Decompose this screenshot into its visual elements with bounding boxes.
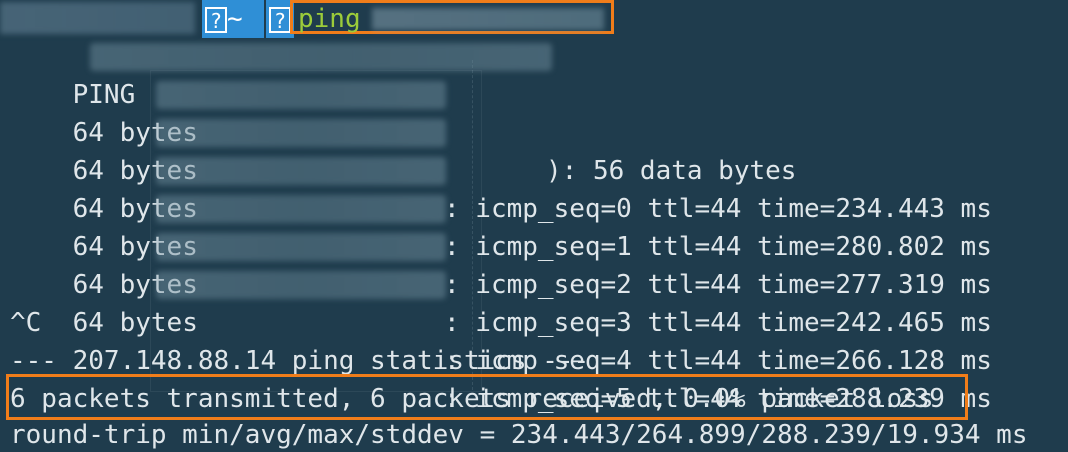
reply-line: 64 bytes : icmp_seq=4 ttl=44 time=266.12… xyxy=(10,228,1060,376)
reply-line: 64 bytes : icmp_seq=0 ttl=44 time=234.44… xyxy=(10,76,1060,224)
reply-line: 64 bytes : icmp_seq=1 ttl=44 time=280.80… xyxy=(10,114,1060,262)
redacted-address xyxy=(156,157,446,185)
redacted-address xyxy=(156,195,446,223)
missing-glyph-icon: ? xyxy=(269,6,291,33)
redacted-hostname xyxy=(0,2,195,34)
redacted-command-argument xyxy=(372,8,604,30)
round-trip-stats: round-trip min/avg/max/stddev = 234.443/… xyxy=(10,420,1028,450)
reply-detail: : icmp_seq=3 ttl=44 time=242.465 ms xyxy=(444,308,992,338)
stats-summary: 6 packets transmitted, 6 packets receive… xyxy=(10,384,934,414)
terminal-window[interactable]: ? ~ ? ping PING ): 56 data bytes 64 bytes… xyxy=(0,0,1068,452)
reply-line: 64 bytes : icmp_seq=5 ttl=44 time=288.23… xyxy=(10,266,1060,414)
interrupt-line: ^C xyxy=(10,308,42,338)
prompt-line: ? ~ ? ping xyxy=(0,0,1068,38)
missing-glyph-icon: ? xyxy=(205,6,227,33)
reply-line: 64 bytes : icmp_seq=2 ttl=44 time=277.31… xyxy=(10,152,1060,300)
redacted-address xyxy=(156,271,446,299)
reply-prefix: 64 bytes xyxy=(72,308,198,338)
redacted-address xyxy=(156,81,446,109)
command-text[interactable]: ping xyxy=(298,0,361,38)
prompt-directory-segment: ? ~ xyxy=(202,0,264,38)
redacted-address xyxy=(90,43,552,71)
redacted-address xyxy=(156,233,446,261)
reply-line: 64 bytes : icmp_seq=3 ttl=44 time=242.46… xyxy=(10,190,1060,338)
ping-header: PING ): 56 data bytes xyxy=(10,38,1060,186)
redacted-address xyxy=(156,119,446,147)
prompt-directory: ~ xyxy=(227,4,243,34)
